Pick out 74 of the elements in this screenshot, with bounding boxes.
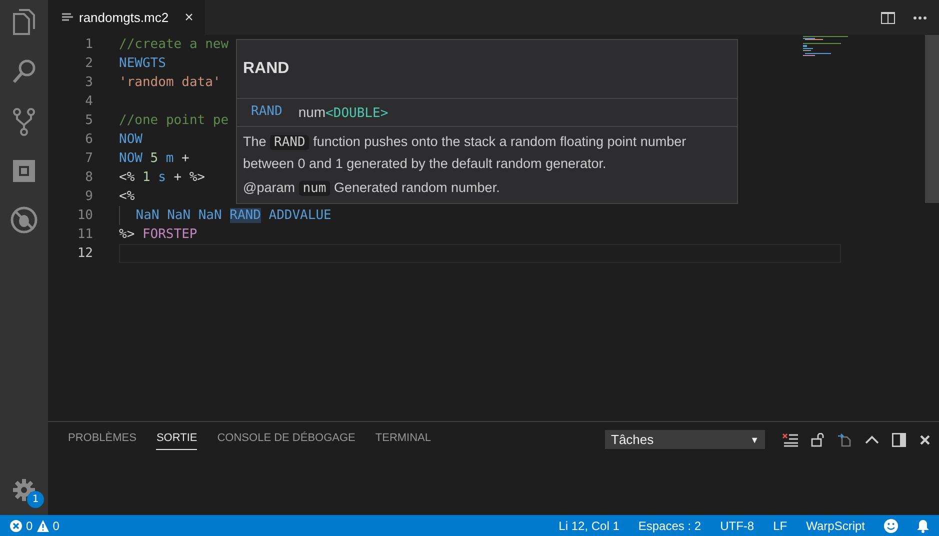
description-text: The RAND function pushes onto the stack a random floating point number between 0 and 1 generated by the default random generator.	[242, 133, 688, 173]
more-icon[interactable]	[913, 16, 927, 20]
status-item[interactable]: Espaces : 2	[638, 518, 702, 532]
code-operator: %>	[189, 170, 205, 185]
panel-tab[interactable]: TERMINAL	[375, 422, 432, 450]
line-number: 10	[76, 208, 94, 223]
code-keyword: NaN	[167, 208, 191, 223]
line-number: 11	[76, 227, 94, 242]
debug-icon[interactable]	[10, 206, 38, 234]
clear-output-icon[interactable]	[782, 432, 798, 446]
tab-label: randomgts.mc2	[79, 10, 169, 25]
code-operator: +	[174, 170, 182, 185]
search-icon[interactable]	[11, 58, 37, 86]
error-icon[interactable]	[10, 520, 22, 532]
lock-icon[interactable]	[811, 432, 825, 446]
code-string: 'random data'	[119, 75, 221, 90]
code-operator: %>	[119, 227, 135, 242]
split-editor-icon[interactable]	[881, 12, 895, 24]
status-item[interactable]: Li 12, Col 1	[558, 518, 620, 532]
branch-icon[interactable]	[11, 108, 37, 136]
editor-tab[interactable]: randomgts.mc2 ×	[48, 0, 206, 35]
code-keyword: NaN	[136, 208, 160, 223]
line-number: 5	[84, 113, 94, 128]
open-log-icon[interactable]	[838, 432, 852, 446]
notification-badge: 1	[27, 491, 44, 508]
code-keyword: m	[166, 151, 174, 166]
status-item[interactable]: WarpScript	[806, 518, 865, 532]
code-operator: +	[182, 151, 190, 166]
scrollbar[interactable]	[925, 35, 939, 203]
close-icon[interactable]: ×	[184, 9, 194, 26]
toggle-panel-icon[interactable]	[892, 432, 906, 446]
files-icon[interactable]	[11, 8, 37, 36]
error-count[interactable]: 0	[26, 518, 33, 532]
hover-title: RAND	[237, 40, 737, 99]
code-keyword: NOW	[119, 132, 142, 147]
code-keyword: FORSTEP	[142, 227, 198, 242]
signature-type: num<DOUBLE>	[298, 104, 388, 121]
bell-icon[interactable]	[917, 518, 929, 532]
code-comment: //one point pe	[119, 113, 229, 128]
line-number: 2	[84, 56, 94, 71]
code-keyword: NOW	[119, 151, 142, 166]
line-number: 6	[84, 132, 94, 147]
code-operator: <%	[119, 170, 135, 185]
line-number: 12	[76, 246, 94, 261]
code-keyword: NEWGTS	[119, 56, 166, 71]
panel-tab[interactable]: SORTIE	[156, 422, 198, 450]
code-keyword: NaN	[198, 208, 222, 223]
panel-tab[interactable]: CONSOLE DE DÉBOGAGE	[217, 422, 356, 450]
close-icon[interactable]	[919, 434, 931, 446]
line-number: 9	[84, 189, 94, 204]
code-operator: <%	[119, 189, 135, 204]
status-item[interactable]: UTF-8	[720, 518, 754, 532]
extensions-icon[interactable]	[11, 158, 37, 184]
code-keyword: s	[158, 170, 166, 185]
code-keyword: ADDVALUE	[268, 208, 332, 223]
output-dropdown[interactable]: Tâches ▼	[605, 430, 765, 449]
chevron-up-icon[interactable]	[865, 435, 879, 444]
code-comment: //create a new	[119, 37, 229, 52]
signature-name: RAND	[251, 104, 282, 121]
highlighted-word: RAND	[230, 208, 261, 223]
panel-tab[interactable]: PROBLÈMES	[68, 422, 136, 450]
line-number: 1	[84, 37, 94, 52]
code-number: 5	[150, 151, 158, 166]
line-number: 7	[84, 151, 94, 166]
smiley-icon[interactable]	[884, 518, 898, 532]
line-number: 4	[84, 94, 94, 109]
line-number: 3	[84, 75, 94, 90]
warning-icon[interactable]	[36, 520, 49, 532]
status-item[interactable]: LF	[773, 518, 788, 532]
line-number: 8	[84, 170, 94, 185]
lines-icon	[62, 13, 73, 22]
param-text: @param num Generated random number.	[242, 179, 501, 198]
warning-count[interactable]: 0	[52, 518, 60, 532]
code-number: 1	[142, 170, 150, 185]
